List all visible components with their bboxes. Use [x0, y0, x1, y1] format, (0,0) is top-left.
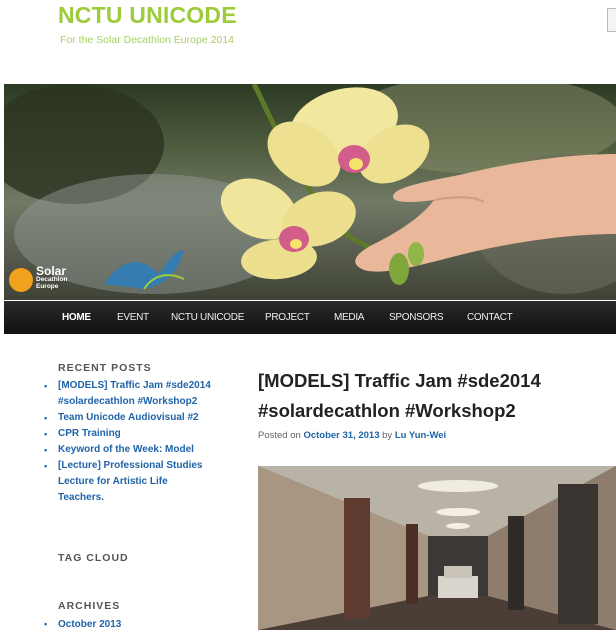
main-navigation: HOME EVENT NCTU UNICODE PROJECT MEDIA SP…: [4, 301, 616, 334]
recent-posts-list: [MODELS] Traffic Jam #sde2014 #solardeca…: [44, 378, 214, 506]
recent-post-link[interactable]: [MODELS] Traffic Jam #sde2014 #solardeca…: [44, 378, 214, 410]
logo-line-2: Decathlon: [36, 276, 68, 283]
recent-post-link[interactable]: CPR Training: [44, 426, 214, 442]
solar-decathlon-logo: Solar Decathlon Europe: [36, 264, 68, 290]
logo-line-1: Solar: [36, 264, 67, 278]
post-image[interactable]: [258, 466, 616, 630]
post-meta: Posted on October 31, 2013 by Lu Yun-Wei: [258, 430, 446, 441]
hero-image: [4, 84, 616, 294]
nav-project[interactable]: PROJECT: [265, 301, 310, 334]
hero-banner: Solar Decathlon Europe: [4, 84, 616, 300]
archives-title: ARCHIVES: [58, 600, 121, 612]
archive-link[interactable]: October 2013: [44, 619, 121, 630]
search-input[interactable]: [607, 8, 616, 32]
tag-cloud-title: TAG CLOUD: [58, 552, 129, 564]
recent-post-link[interactable]: Keyword of the Week: Model: [44, 442, 214, 458]
nav-home[interactable]: HOME: [62, 301, 91, 334]
site-title[interactable]: NCTU UNICODE: [58, 2, 237, 29]
recent-post-link[interactable]: Team Unicode Audiovisual #2: [44, 410, 214, 426]
nav-media[interactable]: MEDIA: [334, 301, 364, 334]
post-title[interactable]: [MODELS] Traffic Jam #sde2014 #solardeca…: [258, 366, 598, 426]
post-date-link[interactable]: October 31, 2013: [303, 430, 379, 441]
nav-nctu-unicode[interactable]: NCTU UNICODE: [171, 301, 244, 334]
nav-event[interactable]: EVENT: [117, 301, 149, 334]
nav-contact[interactable]: CONTACT: [467, 301, 513, 334]
posted-on-label: Posted on: [258, 430, 301, 441]
post-author-link[interactable]: Lu Yun-Wei: [395, 430, 446, 441]
page: NCTU UNICODE For the Solar Decathlon Eur…: [4, 0, 616, 630]
recent-posts-title: RECENT POSTS: [58, 362, 152, 374]
hallway-photo: [258, 466, 616, 630]
logo-line-3: Europe: [36, 283, 59, 290]
site-tagline: For the Solar Decathlon Europe 2014: [60, 34, 234, 46]
by-label: by: [382, 430, 393, 441]
recent-post-link[interactable]: [Lecture] Professional Studies Lecture f…: [44, 458, 214, 506]
nav-sponsors[interactable]: SPONSORS: [389, 301, 444, 334]
